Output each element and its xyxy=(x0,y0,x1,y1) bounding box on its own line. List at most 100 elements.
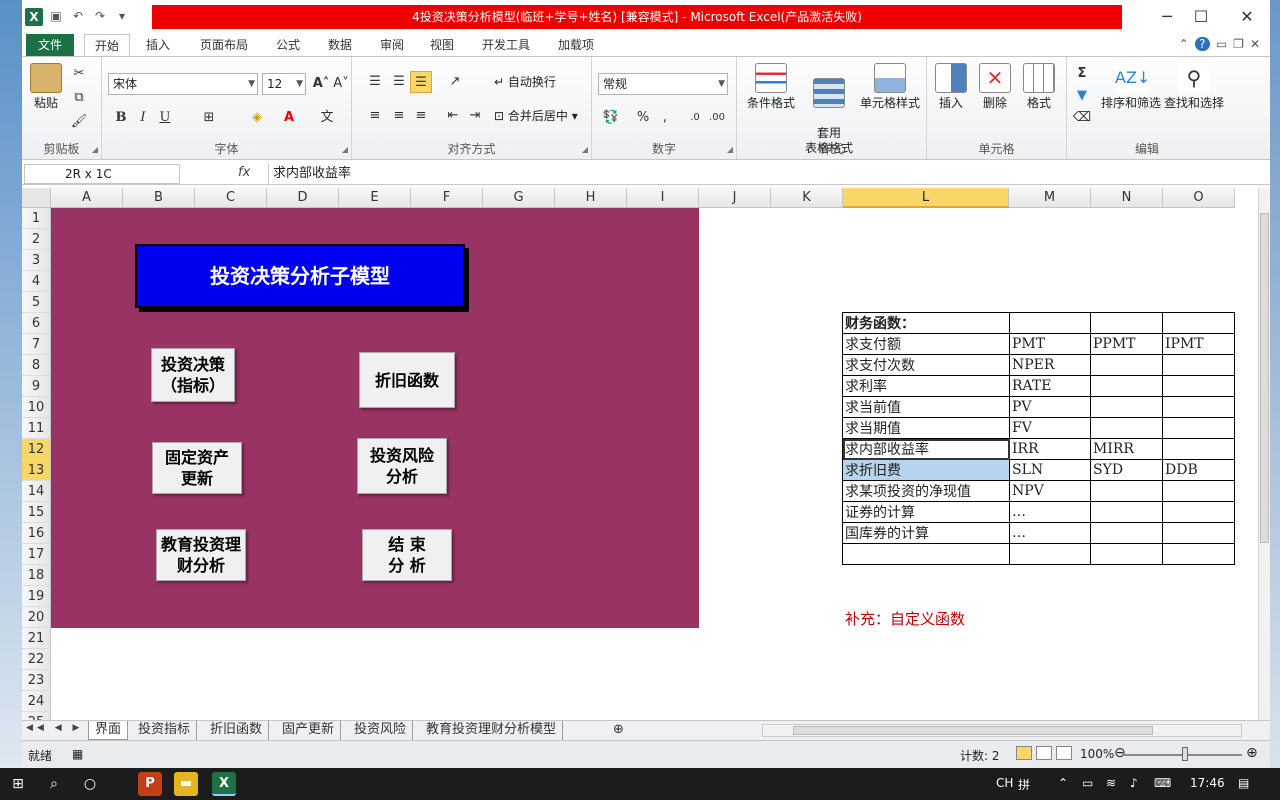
table-cell[interactable]: PV xyxy=(1009,396,1091,418)
depreciation-functions-button[interactable]: 折旧函数 xyxy=(359,352,455,408)
table-cell[interactable]: PPMT xyxy=(1090,333,1163,355)
grow-font-icon[interactable]: A˄ xyxy=(310,73,332,95)
align-middle-icon[interactable]: ☰ xyxy=(388,71,410,93)
table-cell[interactable]: IPMT xyxy=(1162,333,1235,355)
column-header[interactable]: I xyxy=(627,188,699,208)
tab-data[interactable]: 数据 xyxy=(320,34,360,56)
table-cell[interactable] xyxy=(1090,543,1163,565)
row-header[interactable]: 25 xyxy=(22,712,51,720)
table-cell[interactable] xyxy=(1162,396,1235,418)
column-header[interactable]: N xyxy=(1091,188,1163,208)
row-header[interactable]: 7 xyxy=(22,334,51,355)
italic-button[interactable]: I xyxy=(132,107,154,129)
clear-icon[interactable]: ⌫ xyxy=(1071,107,1093,129)
font-launcher-icon[interactable]: ◢ xyxy=(342,145,348,154)
close-icon[interactable]: ✕ xyxy=(1236,6,1258,28)
ime-mode-icon[interactable]: 拼 xyxy=(1018,776,1030,793)
column-header[interactable]: H xyxy=(555,188,627,208)
close-workbook-icon[interactable]: ✕ xyxy=(1250,37,1260,51)
row-header[interactable]: 13 xyxy=(22,460,51,481)
column-header[interactable]: G xyxy=(483,188,555,208)
table-cell[interactable]: FV xyxy=(1009,417,1091,439)
table-cell[interactable] xyxy=(1090,312,1163,334)
table-cell[interactable] xyxy=(1162,501,1235,523)
zoom-slider-thumb[interactable] xyxy=(1182,747,1188,761)
tab-review[interactable]: 审阅 xyxy=(372,34,412,56)
tab-home[interactable]: 开始 xyxy=(84,34,130,57)
row-header[interactable]: 15 xyxy=(22,502,51,523)
sheet-tab[interactable]: 投资指标 xyxy=(132,721,198,740)
table-cell[interactable] xyxy=(1162,312,1235,334)
orientation-icon[interactable]: ↗ xyxy=(444,71,466,93)
select-all-corner[interactable] xyxy=(22,188,51,208)
row-header[interactable]: 19 xyxy=(22,586,51,607)
table-cell[interactable] xyxy=(1162,522,1235,544)
wifi-icon[interactable]: ≋ xyxy=(1106,776,1116,790)
minimize-workbook-icon[interactable]: ▭ xyxy=(1216,37,1227,51)
table-cell[interactable] xyxy=(1090,480,1163,502)
fixed-asset-renewal-button[interactable]: 固定资产 更新 xyxy=(152,442,242,494)
table-cell[interactable]: 求利率 xyxy=(842,375,1010,397)
row-header[interactable]: 2 xyxy=(22,229,51,250)
table-cell[interactable]: IRR xyxy=(1009,438,1091,460)
decrease-decimal-icon[interactable]: .00 xyxy=(706,107,728,129)
table-cell[interactable] xyxy=(1162,438,1235,460)
merge-center-button[interactable]: ⊡ 合并后居中 ▾ xyxy=(494,109,590,124)
column-header[interactable]: O xyxy=(1163,188,1235,208)
tray-chevron-icon[interactable]: ⌃ xyxy=(1058,776,1068,790)
table-cell[interactable] xyxy=(842,543,1010,565)
fill-icon[interactable]: ▼ xyxy=(1071,85,1093,107)
border-icon[interactable]: ⊞ xyxy=(198,107,220,129)
table-cell[interactable]: NPV xyxy=(1009,480,1091,502)
zoom-in-icon[interactable]: ⊕ xyxy=(1246,745,1258,761)
row-header[interactable]: 24 xyxy=(22,691,51,712)
column-header[interactable]: D xyxy=(267,188,339,208)
vertical-scroll-thumb[interactable] xyxy=(1260,213,1269,543)
format-painter-icon[interactable]: 🖌 xyxy=(68,111,90,133)
table-cell[interactable] xyxy=(1090,522,1163,544)
sheet-tab[interactable]: 固产更新 xyxy=(276,721,342,740)
align-left-icon[interactable]: ≡ xyxy=(364,105,386,127)
keyboard-icon[interactable]: ⌨ xyxy=(1154,776,1171,790)
row-header[interactable]: 4 xyxy=(22,271,51,292)
excel-logo-icon[interactable]: X xyxy=(25,8,43,26)
row-header[interactable]: 21 xyxy=(22,628,51,649)
find-select-button[interactable]: ⚲ 查找和选择 xyxy=(1163,63,1225,111)
sheet-tab[interactable]: 折旧函数 xyxy=(204,721,270,740)
row-header[interactable]: 3 xyxy=(22,250,51,271)
copy-icon[interactable]: ⧉ xyxy=(68,87,90,109)
row-header[interactable]: 10 xyxy=(22,397,51,418)
horizontal-scroll-thumb[interactable] xyxy=(793,726,1153,735)
cut-icon[interactable]: ✂ xyxy=(68,63,90,85)
clipboard-launcher-icon[interactable]: ◢ xyxy=(92,145,98,154)
wrap-text-button[interactable]: ↵ 自动换行 xyxy=(494,75,590,90)
redo-icon[interactable]: ↷ xyxy=(92,8,108,24)
currency-icon[interactable]: 💱 xyxy=(600,107,622,129)
page-layout-view-icon[interactable] xyxy=(1036,746,1052,760)
row-header[interactable]: 20 xyxy=(22,607,51,628)
name-box[interactable]: 2R x 1C xyxy=(24,164,180,184)
sheet-tab[interactable]: 投资风险 xyxy=(348,721,414,740)
excel-app-icon[interactable]: X xyxy=(212,772,236,796)
font-name-select[interactable]: 宋体 ▼ xyxy=(108,73,258,95)
table-cell[interactable]: 求某项投资的净现值 xyxy=(842,480,1010,502)
search-icon[interactable]: ⌕ xyxy=(42,772,66,796)
row-header[interactable]: 5 xyxy=(22,292,51,313)
tab-insert[interactable]: 插入 xyxy=(138,34,178,56)
number-launcher-icon[interactable]: ◢ xyxy=(727,145,733,154)
table-cell[interactable]: SYD xyxy=(1090,459,1163,481)
table-cell[interactable] xyxy=(1090,417,1163,439)
table-cell[interactable]: 求支付次数 xyxy=(842,354,1010,376)
vertical-scrollbar[interactable] xyxy=(1258,188,1270,720)
alignment-launcher-icon[interactable]: ◢ xyxy=(582,145,588,154)
save-icon[interactable]: ▣ xyxy=(48,8,64,24)
worksheet-grid[interactable]: ABCDEFGHIJKLMNO 1 2 3 4 5 6 7 8 9 10 11 12 13 14 15 16 1… xyxy=(22,188,1258,720)
paste-button[interactable]: 粘贴 xyxy=(26,63,66,111)
sort-filter-button[interactable]: AZ↓ 排序和筛选 xyxy=(1101,63,1161,111)
table-cell[interactable]: PMT xyxy=(1009,333,1091,355)
row-header[interactable]: 8 xyxy=(22,355,51,376)
task-view-icon[interactable]: ○ xyxy=(78,772,102,796)
table-cell[interactable]: DDB xyxy=(1162,459,1235,481)
shrink-font-icon[interactable]: A˅ xyxy=(330,73,352,95)
row-header[interactable]: 1 xyxy=(22,208,51,229)
